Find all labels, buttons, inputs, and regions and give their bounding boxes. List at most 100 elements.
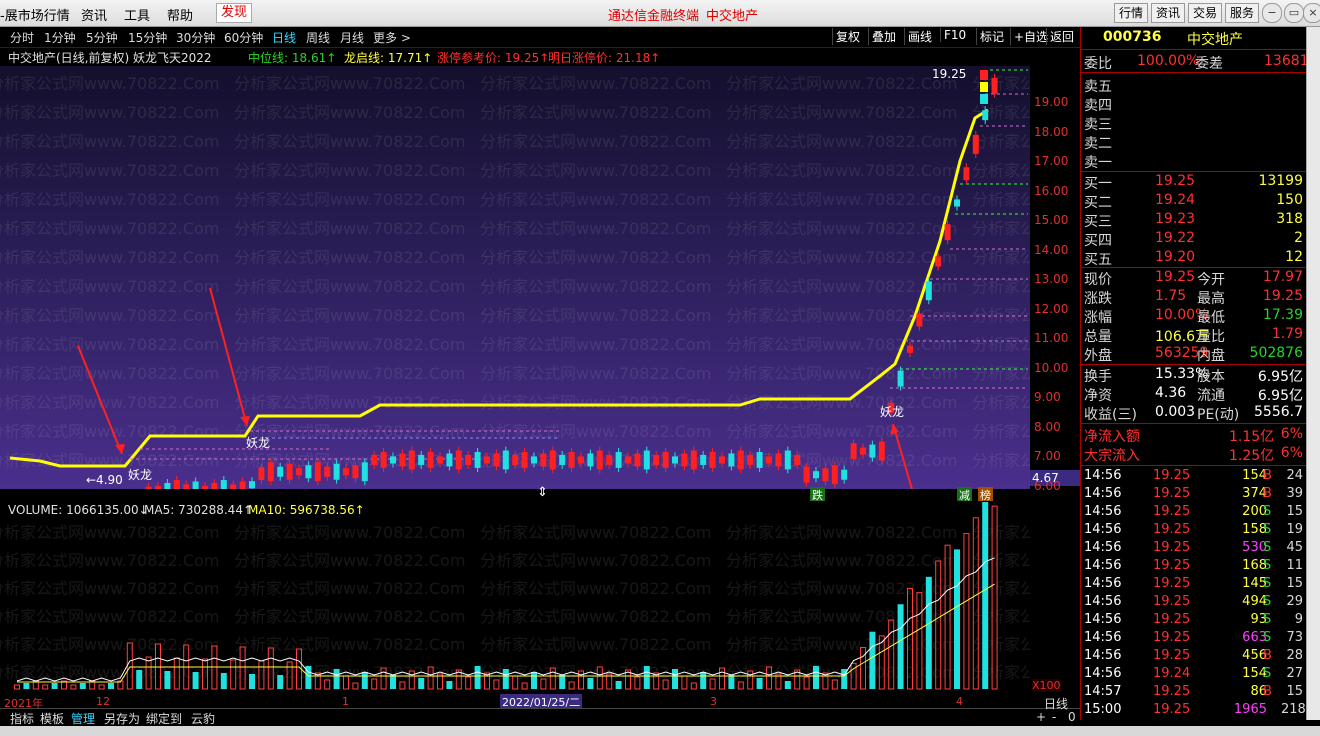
candle-body	[935, 256, 942, 267]
volume-bar	[230, 659, 237, 690]
period-1min[interactable]: 1分钟	[44, 29, 76, 46]
candle-body	[343, 468, 349, 476]
draw-line-button[interactable]: 画线	[904, 28, 935, 45]
candle-body	[766, 456, 772, 464]
tick-count: 39	[1286, 486, 1303, 501]
indicator-tab[interactable]: 指标	[10, 710, 34, 727]
date-1: 1	[342, 695, 349, 708]
arrow-head-icon	[115, 444, 125, 454]
weicha-label: 委差	[1195, 56, 1223, 72]
candle-body	[568, 451, 575, 468]
bind-to-tab[interactable]: 绑定到	[146, 710, 182, 727]
cloud-tab[interactable]: 云豹	[191, 710, 215, 727]
limit-up-block	[980, 94, 988, 104]
menu-market[interactable]: -展市场行情	[0, 5, 70, 24]
candle-body	[559, 454, 566, 465]
candle-body	[587, 453, 594, 467]
period-5min[interactable]: 5分钟	[86, 29, 118, 46]
minimize-icon[interactable]: −	[1262, 3, 1282, 23]
volume-value: VOLUME: 1066135.00↓	[8, 503, 149, 517]
period-timeshare[interactable]: 分时	[10, 29, 34, 46]
volume-bar	[108, 683, 114, 689]
volume-bar	[549, 667, 556, 690]
candle-body	[878, 441, 885, 461]
mark-button[interactable]: 标记	[976, 28, 1007, 45]
price-axis-tick: 12.00	[1034, 301, 1069, 316]
tick-row: 14:56 19.25 200 S 15	[1081, 503, 1307, 521]
candle-body	[249, 481, 255, 489]
buy-level-price: 19.24	[1155, 192, 1196, 208]
overlay-button[interactable]: 叠加	[868, 28, 899, 45]
template-tab[interactable]: 模板	[40, 710, 64, 727]
candle-body	[606, 454, 613, 465]
period-monthly[interactable]: 月线	[340, 29, 364, 46]
adjust-button[interactable]: 复权	[832, 28, 863, 45]
fund-row: 净资 4.36 流通 6.95亿	[1081, 384, 1307, 404]
zoom-out-button[interactable]: -	[1052, 710, 1056, 724]
menu-discover[interactable]: 发现	[216, 3, 253, 23]
close-icon[interactable]: ×	[1303, 3, 1320, 23]
period-daily[interactable]: 日线	[272, 29, 296, 46]
zoom-in-button[interactable]: +	[1036, 710, 1046, 724]
add-watchlist-button[interactable]: +自选	[1010, 28, 1051, 45]
tick-count: 24	[1286, 468, 1303, 483]
top-trade-button[interactable]: 交易	[1188, 3, 1223, 23]
back-button[interactable]: 返回	[1046, 28, 1077, 45]
volume-bar	[258, 660, 265, 690]
period-more[interactable]: 更多 >	[373, 29, 411, 46]
price-axis-tick: 18.00	[1034, 124, 1069, 139]
ma10-line	[17, 583, 995, 683]
tick-price: 19.25	[1153, 468, 1191, 483]
vertical-scrollbar[interactable]	[1306, 27, 1320, 720]
tick-volume: 530	[1242, 540, 1267, 555]
sell-level-label: 卖一	[1084, 155, 1112, 171]
sell-level-label: 卖五	[1084, 79, 1112, 95]
menu-info[interactable]: 资讯	[81, 5, 107, 24]
fund-row: 收益(三) 0.003 PE(动) 5556.7	[1081, 403, 1307, 423]
high-price-label: 19.25	[932, 67, 967, 81]
ma5-line	[16, 557, 995, 682]
top-news-button[interactable]: 资讯	[1151, 3, 1186, 23]
fund-value-2: 5556.7	[1254, 404, 1303, 420]
volume-chart[interactable]: 分析家公式网www.70822.Com 分析家公式网www.70822.Com 分析…	[0, 501, 1203, 696]
save-as-tab[interactable]: 另存为	[104, 710, 140, 727]
candle-body	[502, 450, 509, 470]
top-service-button[interactable]: 服务	[1225, 3, 1260, 23]
kline-chart[interactable]: 分析家公式网www.70822.Com 分析家公式网www.70822.Com 分析…	[0, 66, 1203, 489]
tick-volume: 86	[1250, 684, 1267, 699]
buy-level-price: 19.22	[1155, 230, 1196, 246]
fund-value: 4.36	[1155, 385, 1187, 401]
candle-body	[841, 469, 848, 480]
yaolong-label-2: 妖龙	[246, 436, 271, 450]
zoom-reset-button[interactable]: 0	[1068, 710, 1076, 724]
fund-value-2: 6.95亿	[1257, 388, 1303, 404]
restore-icon[interactable]: ▭	[1284, 3, 1304, 23]
volume-bar	[173, 657, 180, 690]
fund-label-2: 流通	[1197, 388, 1225, 404]
tick-time: 14:56	[1084, 666, 1122, 681]
period-30min[interactable]: 30分钟	[176, 29, 215, 46]
period-15min[interactable]: 15分钟	[128, 29, 167, 46]
volume-bar	[709, 678, 716, 690]
manage-tab[interactable]: 管理	[71, 710, 95, 727]
tick-price: 19.25	[1153, 522, 1191, 537]
volume-bar	[136, 670, 143, 689]
tick-count: 15	[1286, 684, 1303, 699]
menu-tools[interactable]: 工具	[124, 5, 150, 24]
weicha-value: 13681	[1264, 53, 1309, 69]
tick-count: 11	[1286, 558, 1303, 573]
period-60min[interactable]: 60分钟	[224, 29, 263, 46]
buy-level-row: 买二 19.24 150	[1081, 191, 1307, 211]
arrow-head-icon	[240, 416, 250, 426]
resize-handle-icon[interactable]: ⇕	[537, 485, 548, 500]
candle-body	[173, 480, 180, 489]
f10-button[interactable]: F10	[940, 28, 969, 42]
menu-help[interactable]: 帮助	[167, 5, 193, 24]
tick-time: 14:56	[1084, 468, 1122, 483]
candle-body	[446, 453, 453, 467]
period-weekly[interactable]: 周线	[306, 29, 330, 46]
top-quote-button[interactable]: 行情	[1114, 3, 1149, 23]
candle-body	[907, 345, 913, 353]
tick-row: 14:56 19.25 494 S 29	[1081, 593, 1307, 611]
tick-side: S	[1263, 540, 1272, 555]
